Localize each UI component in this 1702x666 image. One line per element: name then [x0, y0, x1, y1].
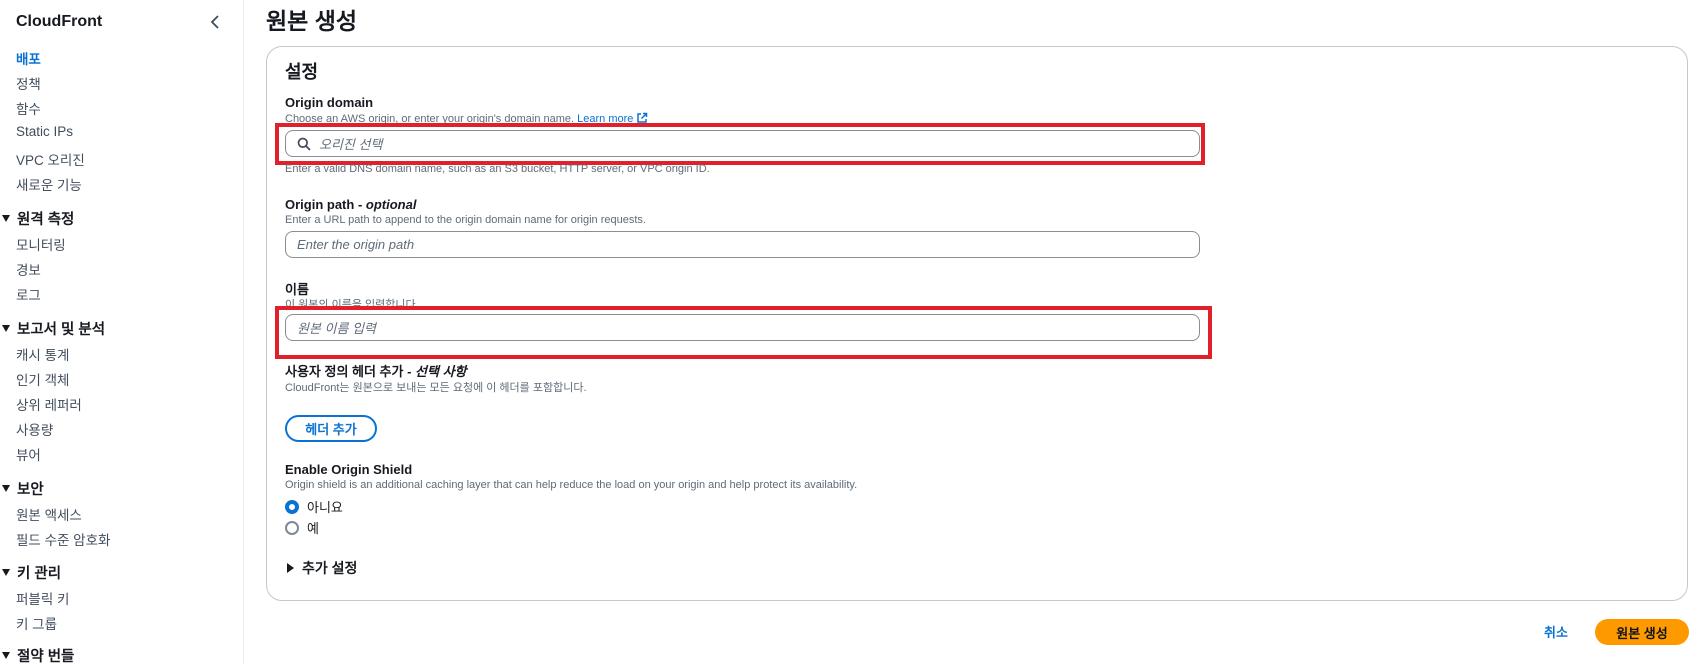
panel-title: 설정: [285, 62, 319, 82]
section-title: 원격 측정: [17, 212, 75, 228]
caret-down-icon: [2, 485, 10, 492]
sidebar-item-origin-access[interactable]: 원본 액세스: [16, 504, 82, 524]
section-title: 보안: [17, 482, 44, 498]
sidebar-item-alarms[interactable]: 경보: [16, 259, 41, 279]
sidebar-item-popular-objects[interactable]: 인기 객체: [16, 369, 69, 389]
caret-down-icon: [2, 215, 10, 222]
optional-text: 선택 사항: [415, 364, 467, 379]
caret-down-icon: [2, 325, 10, 332]
origin-domain-placeholder: 오리진 선택: [319, 137, 383, 152]
external-link-icon: [636, 112, 648, 127]
origin-shield-option-no[interactable]: 아니요: [285, 497, 343, 516]
collapse-sidebar-icon[interactable]: [204, 11, 226, 33]
sidebar-section-reports[interactable]: 보고서 및 분석: [0, 318, 105, 339]
sidebar-item-whats-new[interactable]: 새로운 기능: [16, 174, 82, 194]
learn-more-text: Learn more: [577, 113, 634, 125]
sidebar-item-functions[interactable]: 함수: [16, 98, 41, 118]
caret-down-icon: [2, 569, 10, 576]
label-text: Origin path -: [285, 197, 366, 212]
origin-path-input[interactable]: Enter the origin path: [285, 231, 1200, 258]
sidebar-section-savings-bundle[interactable]: 절약 번들: [0, 645, 74, 666]
origin-shield-label: Enable Origin Shield: [285, 462, 413, 477]
learn-more-link[interactable]: Learn more: [577, 112, 648, 127]
sidebar: CloudFront 배포 정책 함수 Static IPs VPC 오리진 새…: [0, 0, 244, 666]
origin-path-label: Origin path - optional: [285, 197, 416, 212]
section-title: 보고서 및 분석: [17, 322, 106, 338]
origin-path-description: Enter a URL path to append to the origin…: [285, 214, 646, 226]
label-text: 사용자 정의 헤더 추가 -: [285, 364, 416, 379]
sidebar-item-top-referrers[interactable]: 상위 레퍼러: [16, 394, 82, 414]
sidebar-title: CloudFront: [16, 13, 103, 30]
sidebar-item-distributions[interactable]: 배포: [16, 48, 41, 68]
page-title: 원본 생성: [266, 8, 358, 34]
description-text: Choose an AWS origin, or enter your orig…: [285, 113, 575, 125]
additional-settings-expander[interactable]: 추가 설정: [287, 558, 357, 578]
origin-shield-description: Origin shield is an additional caching l…: [285, 479, 858, 491]
custom-headers-description: CloudFront는 원본으로 보내는 모든 요청에 이 헤더를 포함합니다.: [285, 382, 587, 394]
optional-text: optional: [365, 197, 417, 212]
radio-label: 아니요: [307, 500, 343, 515]
caret-right-icon: [287, 563, 294, 573]
sidebar-item-field-level-encryption[interactable]: 필드 수준 암호화: [16, 529, 110, 549]
section-title: 절약 번들: [17, 649, 75, 665]
sidebar-section-key-management[interactable]: 키 관리: [0, 562, 61, 583]
name-description: 이 원본의 이름을 입력합니다.: [285, 299, 419, 311]
sidebar-item-key-groups[interactable]: 키 그룹: [16, 613, 57, 633]
name-input[interactable]: 원본 이름 입력: [285, 314, 1200, 341]
radio-checked[interactable]: [285, 499, 299, 514]
sidebar-item-vpc-origins[interactable]: VPC 오리진: [16, 149, 85, 169]
sidebar-item-viewers[interactable]: 뷰어: [16, 444, 41, 464]
origin-domain-hint: Enter a valid DNS domain name, such as a…: [285, 163, 710, 175]
origin-path-placeholder: Enter the origin path: [297, 237, 415, 252]
origin-domain-input[interactable]: 오리진 선택: [285, 130, 1200, 157]
radio-label: 예: [307, 521, 319, 536]
custom-headers-label: 사용자 정의 헤더 추가 - 선택 사항: [285, 361, 466, 380]
radio-unchecked[interactable]: [285, 520, 299, 535]
name-placeholder: 원본 이름 입력: [297, 321, 376, 336]
origin-domain-description: Choose an AWS origin, or enter your orig…: [285, 112, 648, 127]
cancel-button[interactable]: 취소: [1544, 622, 1568, 641]
sidebar-item-static-ips[interactable]: Static IPs: [16, 124, 73, 139]
origin-shield-option-yes[interactable]: 예: [285, 518, 319, 537]
create-origin-button[interactable]: 원본 생성: [1595, 619, 1689, 645]
sidebar-item-public-keys[interactable]: 퍼블릭 키: [16, 588, 69, 608]
sidebar-header: CloudFront: [16, 10, 226, 34]
section-title: 키 관리: [17, 566, 62, 582]
sidebar-item-logs[interactable]: 로그: [16, 284, 41, 304]
expander-label: 추가 설정: [302, 560, 358, 576]
add-header-button[interactable]: 헤더 추가: [285, 415, 377, 442]
sidebar-item-cache-stats[interactable]: 캐시 통계: [16, 344, 69, 364]
search-icon: [297, 137, 311, 151]
sidebar-item-usage[interactable]: 사용량: [16, 419, 53, 439]
sidebar-section-security[interactable]: 보안: [0, 478, 44, 499]
sidebar-section-telemetry[interactable]: 원격 측정: [0, 208, 74, 229]
caret-down-icon: [2, 652, 10, 659]
origin-domain-label: Origin domain: [285, 95, 374, 110]
sidebar-item-policies[interactable]: 정책: [16, 73, 41, 93]
sidebar-item-monitoring[interactable]: 모니터링: [16, 234, 66, 254]
